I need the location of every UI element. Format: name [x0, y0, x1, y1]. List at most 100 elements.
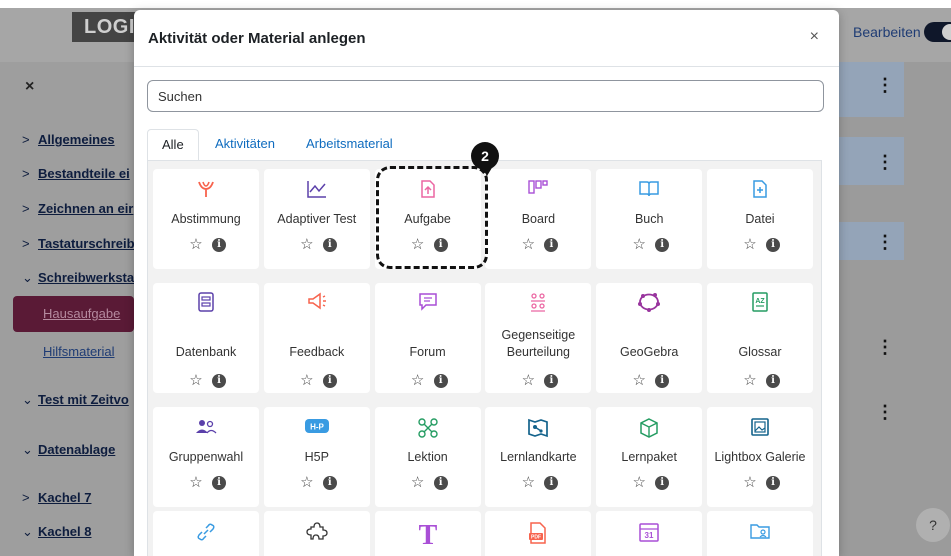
course-section-tastatur[interactable]: > Tastaturschreib	[22, 236, 135, 251]
module-tile-lernpaket[interactable]: Lernpaket ☆ i	[596, 407, 703, 507]
info-icon[interactable]: i	[322, 374, 337, 388]
close-icon[interactable]: ×	[810, 28, 819, 46]
star-icon[interactable]: ☆	[629, 371, 649, 389]
tile-actions: ☆ i	[707, 235, 813, 253]
star-icon[interactable]: ☆	[740, 371, 760, 389]
module-label: Feedback	[289, 345, 345, 359]
info-icon[interactable]: i	[544, 476, 559, 490]
star-icon[interactable]: ☆	[186, 473, 206, 491]
more-options-icon[interactable]: ⋮	[876, 75, 894, 96]
info-icon[interactable]: i	[322, 476, 337, 490]
tab-arbeitsmaterial[interactable]: Arbeitsmaterial	[292, 129, 407, 161]
info-icon[interactable]: i	[433, 374, 448, 388]
module-label: Abstimmung	[171, 212, 241, 226]
more-options-icon[interactable]: ⋮	[876, 337, 894, 358]
megaphone-icon	[264, 291, 370, 316]
module-tile-puzzle[interactable]	[263, 511, 370, 556]
more-options-icon[interactable]: ⋮	[876, 152, 894, 173]
info-icon[interactable]: i	[212, 238, 226, 252]
info-icon[interactable]: i	[655, 374, 670, 388]
course-section-zeichnen[interactable]: > Zeichnen an eir	[22, 201, 133, 216]
course-section-bestandteile[interactable]: > Bestandteile ei	[22, 166, 130, 181]
module-tile-gruppenwahl[interactable]: Gruppenwahl ☆ i	[153, 407, 259, 507]
module-tile-adaptiver-test[interactable]: Adaptiver Test ☆ i	[263, 169, 370, 269]
more-options-icon[interactable]: ⋮	[876, 232, 894, 253]
course-section-allgemeines[interactable]: > Allgemeines	[22, 132, 115, 147]
module-tile-gegenseitige-beurteilung[interactable]: Gegenseitige Beurteilung ☆ i	[485, 283, 592, 393]
module-tile-forum[interactable]: Forum ☆ i	[374, 283, 481, 393]
info-icon[interactable]: i	[433, 238, 448, 252]
info-icon[interactable]: i	[544, 374, 559, 388]
course-section-kachel7[interactable]: > Kachel 7	[22, 490, 91, 505]
drawer-item-hausaufgabe[interactable]: Hausaufgabe	[43, 306, 120, 321]
module-tile-datenbank[interactable]: Datenbank ☆ i	[153, 283, 259, 393]
star-icon[interactable]: ☆	[408, 473, 428, 491]
star-icon[interactable]: ☆	[629, 235, 649, 253]
module-tile-text[interactable]: T	[374, 511, 481, 556]
star-icon[interactable]: ☆	[297, 473, 317, 491]
edit-mode-toggle[interactable]	[924, 22, 951, 42]
star-icon[interactable]: ☆	[186, 371, 206, 389]
module-tile-calendar[interactable]: 31	[596, 511, 703, 556]
star-icon[interactable]: ☆	[740, 235, 760, 253]
star-icon[interactable]: ☆	[518, 235, 538, 253]
info-icon[interactable]: i	[655, 476, 670, 490]
module-tile-feedback[interactable]: Feedback ☆ i	[263, 283, 370, 393]
chevron-down-icon: ⌄	[22, 392, 33, 407]
tab-alle[interactable]: Alle	[147, 129, 199, 161]
course-section-kachel8[interactable]: ⌄ Kachel 8	[22, 524, 91, 540]
info-icon[interactable]: i	[544, 238, 559, 252]
module-label: H5P	[304, 450, 329, 464]
star-icon[interactable]: ☆	[740, 473, 760, 491]
module-label: Buch	[634, 212, 664, 226]
course-section-schreibwerkstatt[interactable]: ⌄ Schreibwerksta	[22, 270, 134, 286]
activity-chooser-modal: Aktivität oder Material anlegen × Alle A…	[134, 10, 839, 556]
info-icon[interactable]: i	[766, 238, 780, 252]
module-tile-pdf[interactable]: PDF	[485, 511, 592, 556]
module-label: Gegenseitige Beurteilung	[501, 328, 576, 359]
module-tile-lektion[interactable]: Lektion ☆ i	[374, 407, 481, 507]
tab-aktivitaeten[interactable]: Aktivitäten	[201, 129, 289, 161]
help-button[interactable]: ?	[916, 508, 950, 542]
star-icon[interactable]: ☆	[408, 371, 428, 389]
star-icon[interactable]: ☆	[186, 235, 206, 253]
course-section-test[interactable]: ⌄ Test mit Zeitvo	[22, 392, 129, 408]
module-tile-lernlandkarte[interactable]: Lernlandkarte ☆ i	[485, 407, 592, 507]
module-tile-glossar[interactable]: AZ Glossar ☆ i	[707, 283, 813, 393]
star-icon[interactable]: ☆	[518, 473, 538, 491]
chevron-right-icon: >	[22, 490, 30, 505]
info-icon[interactable]: i	[212, 374, 226, 388]
module-tile-geogebra[interactable]: GeoGebra ☆ i	[596, 283, 703, 393]
search-input[interactable]	[147, 80, 824, 112]
more-options-icon[interactable]: ⋮	[876, 402, 894, 423]
star-icon[interactable]: ☆	[408, 235, 428, 253]
tile-actions: ☆ i	[375, 235, 481, 253]
course-section-datenablage[interactable]: ⌄ Datenablage	[22, 442, 115, 458]
drawer-close-icon[interactable]: ×	[25, 78, 34, 96]
drawer-item-hilfsmaterial[interactable]: Hilfsmaterial	[43, 344, 115, 359]
module-tile-lightbox-galerie[interactable]: Lightbox Galerie ☆ i	[707, 407, 813, 507]
module-tile-link[interactable]	[153, 511, 259, 556]
module-tile-buch[interactable]: Buch ☆ i	[596, 169, 703, 269]
module-tile-abstimmung[interactable]: Abstimmung ☆ i	[153, 169, 259, 269]
module-tile-datei[interactable]: Datei ☆ i	[707, 169, 813, 269]
package-icon	[596, 417, 702, 444]
module-label: Lernlandkarte	[500, 450, 577, 464]
star-icon[interactable]: ☆	[629, 473, 649, 491]
star-icon[interactable]: ☆	[297, 235, 317, 253]
star-icon[interactable]: ☆	[297, 371, 317, 389]
info-icon[interactable]: i	[212, 476, 226, 490]
module-tile-h5p[interactable]: H-P H5P ☆ i	[263, 407, 370, 507]
info-icon[interactable]: i	[766, 374, 780, 388]
info-icon[interactable]: i	[766, 476, 780, 490]
info-icon[interactable]: i	[322, 238, 337, 252]
star-icon[interactable]: ☆	[518, 371, 538, 389]
board-icon	[485, 179, 591, 204]
geogebra-icon	[596, 291, 702, 318]
info-icon[interactable]: i	[655, 238, 670, 252]
info-icon[interactable]: i	[433, 476, 448, 490]
module-tile-board[interactable]: Board ☆ i	[485, 169, 592, 269]
module-tile-studierendenor[interactable]: Studierendenor	[707, 511, 813, 556]
module-tile-aufgabe[interactable]: Aufgabe ☆ i	[374, 169, 481, 269]
section-label: Allgemeines	[38, 132, 115, 147]
